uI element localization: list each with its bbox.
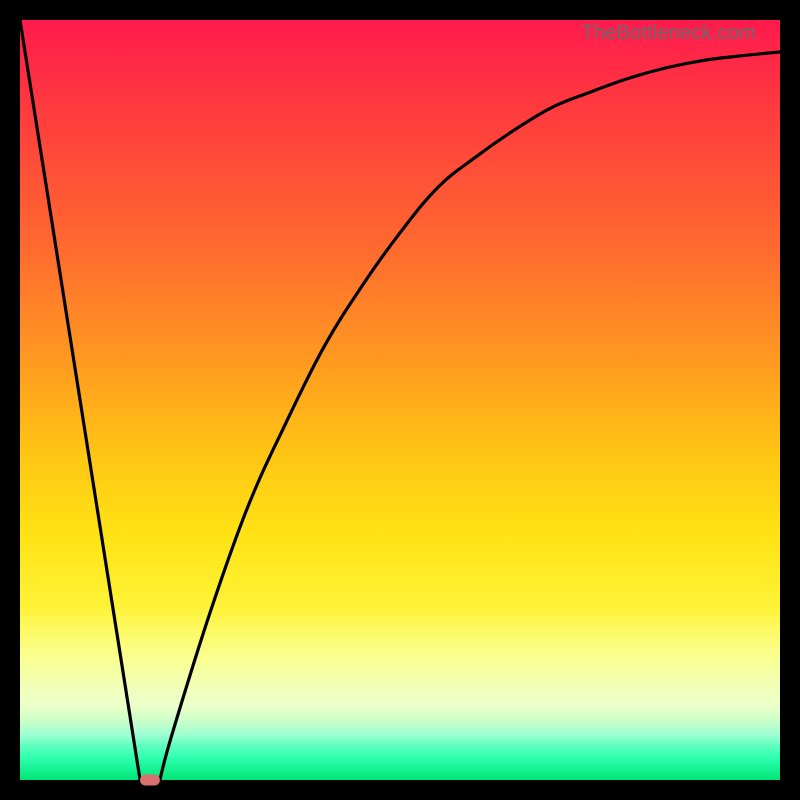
bottleneck-curve [20,20,780,784]
plot-area: TheBottleneck.com [20,20,780,780]
curve-svg [20,20,780,780]
watermark-text: TheBottleneck.com [581,22,756,45]
chart-frame: TheBottleneck.com [0,0,800,800]
min-marker [140,775,160,786]
